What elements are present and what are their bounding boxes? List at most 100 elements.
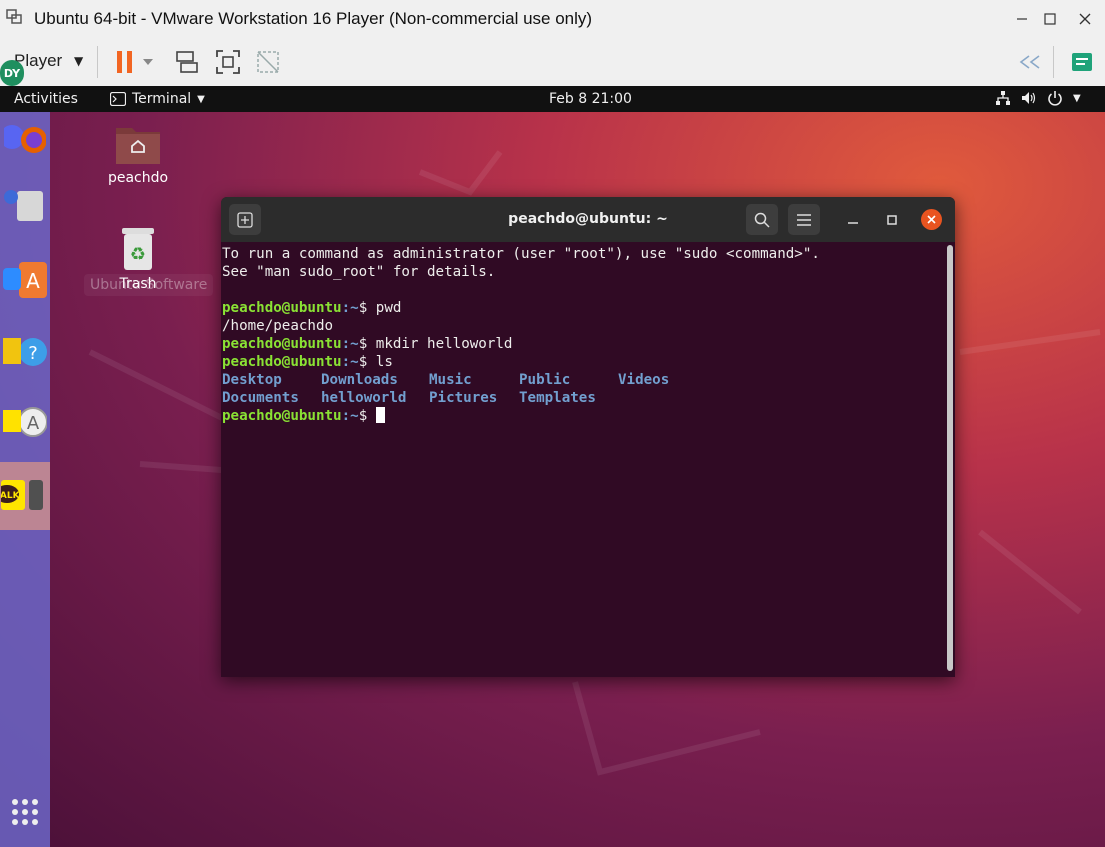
prompt-sign: $: [358, 300, 368, 316]
maximize-icon: [887, 214, 897, 225]
volume-icon: [1022, 92, 1036, 104]
ls-entry: Templates: [519, 390, 596, 406]
minimize-icon: [848, 221, 858, 224]
home-folder-icon: [116, 128, 160, 164]
close-icon: [927, 215, 936, 224]
app-menu-label: Terminal: [132, 91, 192, 107]
search-button[interactable]: [746, 204, 778, 235]
unity-icon: [257, 51, 279, 73]
network-icon: [996, 91, 1010, 105]
dock-tooltip: Ubuntu Software: [84, 274, 214, 296]
software-store-icon: A: [3, 262, 47, 298]
command-text: pwd: [367, 300, 402, 316]
terminal-maximize-button[interactable]: [876, 204, 908, 235]
maximize-icon: [1044, 13, 1056, 25]
unity-mode-button[interactable]: [252, 46, 284, 78]
send-ctrl-alt-del-button[interactable]: [170, 46, 202, 78]
vmware-app-icon: [6, 9, 22, 24]
profile-badge[interactable]: DY: [0, 60, 24, 86]
dock-item-files[interactable]: [0, 180, 50, 230]
prompt-user: peachdo@ubuntu: [222, 336, 342, 352]
network-send-icon: [176, 51, 198, 73]
message-log-button[interactable]: [1066, 46, 1098, 78]
double-chevron-left-icon: [1019, 55, 1040, 69]
talk-label: TALK: [1, 491, 21, 501]
system-tray[interactable]: ▼: [995, 90, 1081, 106]
prompt-sign: $: [358, 336, 368, 352]
text-cursor: [375, 407, 385, 423]
hamburger-menu-icon: [797, 213, 811, 226]
terminal-window[interactable]: peachdo@ubuntu: ~ To run a command as ad…: [221, 197, 955, 677]
svg-text:♻: ♻: [130, 244, 146, 265]
prompt-path: :~: [341, 408, 359, 424]
prompt-sign: $: [358, 408, 368, 424]
command-text: mkdir helloworld: [367, 336, 513, 352]
prompt-user: peachdo@ubuntu: [222, 300, 342, 316]
pause-icon: [117, 51, 132, 73]
dock-item-software[interactable]: A: [0, 255, 50, 305]
collapse-toolbar-button[interactable]: [1014, 46, 1046, 78]
full-screen-button[interactable]: [212, 46, 244, 78]
ls-entry: Documents: [222, 390, 299, 406]
window-title: Ubuntu 64-bit - VMware Workstation 16 Pl…: [34, 9, 593, 28]
terminal-header-bar[interactable]: peachdo@ubuntu: ~: [221, 197, 955, 242]
app-menu[interactable]: Terminal ▼: [110, 91, 205, 107]
terminal-line: peachdo@ubuntu:~$: [222, 407, 942, 425]
notes-icon: [1072, 53, 1092, 71]
ls-entry: Pictures: [429, 390, 498, 406]
ls-entry: Videos: [618, 372, 670, 388]
discord-icon: [4, 125, 46, 153]
svg-text:A: A: [27, 413, 40, 434]
caret-down-icon: ▼: [197, 93, 205, 105]
desktop-icon-home[interactable]: peachdo: [98, 122, 178, 186]
close-button[interactable]: [1071, 6, 1099, 32]
terminal-line: peachdo@ubuntu:~$ ls: [222, 353, 942, 371]
terminal-close-button[interactable]: [921, 209, 942, 230]
desktop-icon-label: peachdo: [107, 170, 169, 186]
gnome-top-bar: Activities Terminal ▼ Feb 8 21:00 ▼: [0, 86, 1105, 112]
vmware-toolbar: Player ▼: [0, 38, 1105, 87]
command-text: ls: [367, 354, 393, 370]
vmware-title-bar: Ubuntu 64-bit - VMware Workstation 16 Pl…: [0, 0, 1105, 38]
svg-text:?: ?: [28, 343, 38, 364]
ls-row: Desktop Downloads Music Public Videos: [222, 371, 942, 389]
dock-item-updater[interactable]: A: [0, 397, 50, 447]
prompt-user: peachdo@ubuntu: [222, 408, 342, 424]
terminal-line: To run a command as administrator (user …: [222, 246, 820, 262]
minimize-button[interactable]: [1008, 6, 1036, 32]
ls-entry: Downloads: [321, 372, 398, 388]
dock-item-kakaotalk[interactable]: TALK: [0, 462, 50, 530]
ls-entry: Music: [429, 372, 472, 388]
ls-entry: Public: [519, 372, 571, 388]
clock[interactable]: Feb 8 21:00: [549, 91, 632, 107]
ls-row: Documents helloworld Pictures Templates: [222, 389, 942, 407]
close-icon: [1079, 13, 1091, 25]
dock-item-discord[interactable]: [0, 112, 50, 162]
app-grid-icon: [12, 799, 38, 825]
terminal-minimize-button[interactable]: [837, 204, 869, 235]
player-menu-caret-icon[interactable]: ▼: [74, 54, 83, 68]
updater-icon: A: [3, 407, 47, 437]
files-icon: [4, 190, 43, 221]
terminal-output[interactable]: To run a command as administrator (user …: [222, 245, 942, 675]
power-icon: [1048, 91, 1062, 106]
dock-item-help[interactable]: ?: [0, 327, 50, 377]
terminal-scrollbar[interactable]: [947, 245, 953, 671]
show-applications-button[interactable]: [0, 787, 50, 837]
pause-dropdown-button[interactable]: [138, 46, 158, 78]
prompt-path: :~: [341, 354, 359, 370]
activities-button[interactable]: Activities: [14, 91, 78, 107]
menu-button[interactable]: [788, 204, 820, 235]
pause-button[interactable]: [109, 46, 141, 78]
prompt-path: :~: [341, 336, 359, 352]
caret-down-icon: ▼: [1073, 92, 1081, 104]
fullscreen-icon: [216, 50, 240, 74]
terminal-line: peachdo@ubuntu:~$ mkdir helloworld: [222, 335, 942, 353]
terminal-icon: [110, 92, 126, 106]
terminal-line: /home/peachdo: [222, 318, 334, 334]
search-icon: [754, 212, 770, 228]
chevron-down-icon: [143, 59, 153, 65]
maximize-button[interactable]: [1036, 6, 1064, 32]
minimize-icon: [1017, 18, 1027, 20]
